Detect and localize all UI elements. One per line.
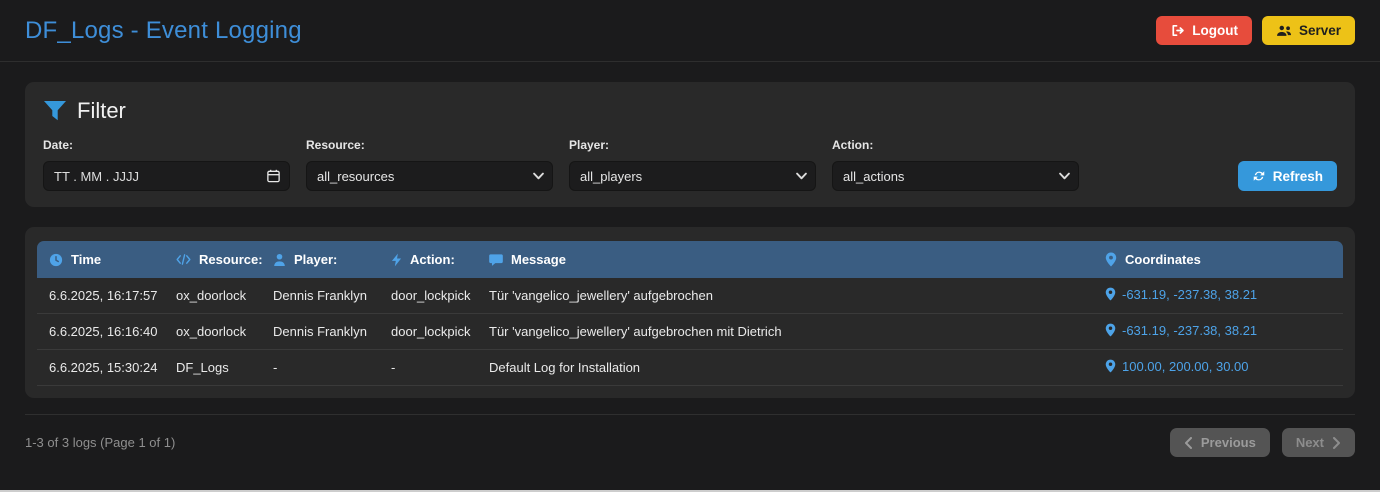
server-button[interactable]: Server <box>1261 16 1355 45</box>
date-label: Date: <box>43 138 74 152</box>
footer-divider <box>25 414 1355 415</box>
column-header-time: Time <box>37 252 164 267</box>
action-field: Action: all_actions <box>832 138 1079 191</box>
column-header-player: Player: <box>261 252 379 267</box>
date-input[interactable] <box>43 161 290 191</box>
resource-select[interactable]: all_resources <box>306 161 553 191</box>
cell-message: Tür 'vangelico_jewellery' aufgebrochen <box>489 288 713 303</box>
cell-action: door_lockpick <box>391 324 471 339</box>
filter-fields: Date: Resource: <box>43 138 1337 191</box>
cell-message: Default Log for Installation <box>489 360 641 375</box>
cell-resource: ox_doorlock <box>176 324 247 339</box>
users-icon <box>1276 24 1292 38</box>
filter-header: Filter <box>43 98 1337 124</box>
filter-title: Filter <box>77 98 126 123</box>
filter-icon <box>43 100 67 122</box>
cell-resource: ox_doorlock <box>176 288 247 303</box>
cell-message: Tür 'vangelico_jewellery' aufgebrochen m… <box>489 324 782 339</box>
bolt-icon <box>391 253 402 267</box>
logout-label: Logout <box>1192 23 1238 38</box>
date-field: Date: <box>43 138 290 191</box>
resource-label: Resource: <box>306 138 365 152</box>
table-header-row: Time Resource: Player: Action: Message C… <box>37 241 1343 278</box>
cell-player: Dennis Franklyn <box>273 324 367 339</box>
refresh-icon <box>1252 169 1266 183</box>
log-count-summary: 1-3 of 3 logs (Page 1 of 1) <box>25 435 176 450</box>
column-header-message: Message <box>477 252 1093 267</box>
map-pin-icon <box>1105 323 1116 337</box>
top-bar: DF_Logs - Event Logging Logout Server <box>0 0 1380 62</box>
previous-page-button[interactable]: Previous <box>1169 428 1270 457</box>
code-icon <box>176 253 191 266</box>
server-label: Server <box>1298 23 1341 38</box>
cell-time: 6.6.2025, 16:17:57 <box>49 288 158 303</box>
main-content: Filter Date: TT . MM . JJJJ Resource: al… <box>0 62 1380 457</box>
cell-player: - <box>273 360 278 375</box>
cell-action: door_lockpick <box>391 288 471 303</box>
next-page-button[interactable]: Next <box>1281 428 1355 457</box>
logout-button[interactable]: Logout <box>1156 16 1252 45</box>
coordinates-link[interactable]: -631.19, -237.38, 38.21 <box>1105 323 1257 338</box>
pagination-bar: 1-3 of 3 logs (Page 1 of 1) Previous Nex… <box>25 428 1355 457</box>
topbar-actions: Logout Server <box>1156 16 1355 45</box>
column-header-coordinates: Coordinates <box>1093 252 1343 267</box>
refresh-button[interactable]: Refresh <box>1237 161 1337 191</box>
player-label: Player: <box>569 138 610 152</box>
page-title: DF_Logs - Event Logging <box>25 16 302 44</box>
player-field: Player: all_players <box>569 138 816 191</box>
resource-field: Resource: all_resources <box>306 138 553 191</box>
map-pin-icon <box>1105 359 1116 373</box>
player-select[interactable]: all_players <box>569 161 816 191</box>
cell-time: 6.6.2025, 15:30:24 <box>49 360 158 375</box>
cell-resource: DF_Logs <box>176 360 229 375</box>
chat-icon <box>489 253 503 267</box>
coordinates-link[interactable]: -631.19, -237.38, 38.21 <box>1105 287 1257 302</box>
column-header-action: Action: <box>379 252 477 267</box>
user-icon <box>273 253 286 267</box>
cell-time: 6.6.2025, 16:16:40 <box>49 324 158 339</box>
action-label: Action: <box>832 138 874 152</box>
table-row[interactable]: 6.6.2025, 16:16:40 ox_doorlock Dennis Fr… <box>37 314 1343 350</box>
table-row[interactable]: 6.6.2025, 15:30:24 DF_Logs - - Default L… <box>37 350 1343 386</box>
chevron-left-icon <box>1184 436 1193 449</box>
filter-panel: Filter Date: TT . MM . JJJJ Resource: al… <box>25 82 1355 207</box>
map-pin-icon <box>1105 252 1117 267</box>
clock-icon <box>49 253 63 267</box>
log-table-panel: Time Resource: Player: Action: Message C… <box>25 227 1355 398</box>
coordinates-link[interactable]: 100.00, 200.00, 30.00 <box>1105 359 1249 374</box>
column-header-resource: Resource: <box>164 252 263 267</box>
logout-icon <box>1170 23 1185 38</box>
cell-action: - <box>391 360 396 375</box>
table-row[interactable]: 6.6.2025, 16:17:57 ox_doorlock Dennis Fr… <box>37 278 1343 314</box>
map-pin-icon <box>1105 287 1116 301</box>
cell-player: Dennis Franklyn <box>273 288 367 303</box>
refresh-label: Refresh <box>1272 168 1323 184</box>
chevron-right-icon <box>1332 436 1341 449</box>
action-select[interactable]: all_actions <box>832 161 1079 191</box>
